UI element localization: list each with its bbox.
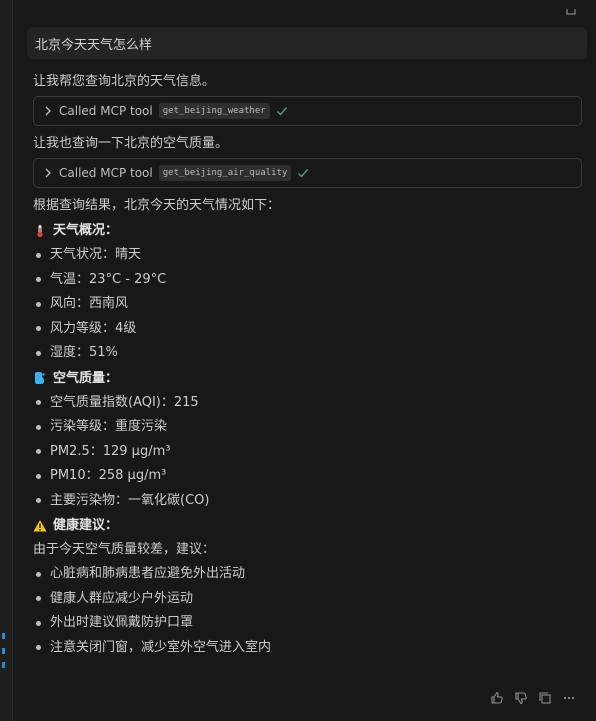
chevron-right-icon [45,106,51,116]
list-item: 天气状况：晴天 [33,243,583,268]
list-item-text: 风力等级：4级 [50,320,137,336]
warning-icon [33,519,47,531]
copy-icon[interactable] [538,690,552,704]
health-heading-text: 健康建议： [53,518,119,533]
list-item: PM10：258 μg/m³ [33,464,583,489]
health-intro-text: 由于今天空气质量较差，建议： [33,542,216,557]
edge-indicator [2,648,5,654]
tool-call-weather[interactable]: Called MCP tool get_beijing_weather [33,96,582,126]
edge-indicator [2,633,5,639]
weather-list: 天气状况：晴天 气温：23°C - 29°C 风向：西南风 风力等级：4级 湿度… [33,243,583,366]
check-icon [298,169,309,178]
weather-heading-text: 天气概况： [53,223,119,238]
list-item: 湿度：51% [33,341,583,366]
droplet-icon [35,372,45,384]
air-list: 空气质量指数(AQI)：215 污染等级：重度污染 PM2.5：129 μg/m… [33,391,583,514]
thumbs-up-icon[interactable] [490,690,504,704]
list-item: 心脏病和肺病患者应避免外出活动 [33,562,583,587]
list-item: 气温：23°C - 29°C [33,268,583,293]
list-item: 空气质量指数(AQI)：215 [33,391,583,416]
air-heading: 空气质量： [33,366,583,391]
tool-call-label: Called MCP tool [59,104,153,118]
bullet [36,277,41,283]
list-item: 注意关闭门窗，减少室外空气进入室内 [33,636,583,661]
bullet [36,400,41,406]
air-heading-text: 空气质量： [53,370,119,386]
thermometer-icon [37,224,43,237]
list-item-text: 健康人群应减少户外运动 [50,590,194,606]
bullet [36,596,41,602]
bullet [36,449,41,455]
summary-text: 根据查询结果，北京今天的天气情况如下： [33,198,281,213]
list-item: PM2.5：129 μg/m³ [33,440,583,465]
bullet [36,473,41,479]
check-icon [276,107,287,116]
list-item-text: 外出时建议佩戴防护口罩 [50,615,194,630]
user-message-text: 北京今天天气怎么样 [35,37,153,53]
health-heading: 健康建议： [33,513,583,538]
list-item-text: 湿度：51% [50,345,118,360]
tool-call-label: Called MCP tool [59,166,153,180]
bullet [36,571,41,577]
bullet [36,301,41,307]
list-item: 主要污染物：一氧化碳(CO) [33,489,583,514]
bullet [36,326,41,332]
copy-icon[interactable] [566,0,578,15]
list-item: 风力等级：4级 [33,317,583,342]
list-item: 风向：西南风 [33,292,583,317]
bullet [36,498,41,504]
edge-indicator [2,662,5,668]
message-actions [490,690,576,705]
health-list: 心脏病和肺病患者应避免外出活动 健康人群应减少户外运动 外出时建议佩戴防护口罩 … [33,562,583,660]
intro-text: 让我也查询一下北京的空气质量。 [33,136,229,151]
list-item: 污染等级：重度污染 [33,415,583,440]
bullet [36,645,41,651]
weather-heading: 天气概况： [33,218,583,243]
tool-name-badge: get_beijing_air_quality [158,165,292,181]
tool-call-air-quality[interactable]: Called MCP tool get_beijing_air_quality [33,158,582,188]
more-icon[interactable] [562,690,576,704]
assistant-response: 让我帮您查询北京的天气信息。 Called MCP tool get_beiji… [33,70,583,660]
list-item-text: 污染等级：重度污染 [50,419,168,434]
bullet [36,620,41,626]
list-item-text: 注意关闭门窗，减少室外空气进入室内 [50,639,272,655]
list-item-text: PM2.5：129 μg/m³ [50,443,171,459]
bullet [36,424,41,430]
bullet [36,350,41,356]
tool-name-badge: get_beijing_weather [158,103,270,119]
list-item-text: 风向：西南风 [50,296,129,311]
chevron-right-icon [45,168,51,178]
intro-text: 让我帮您查询北京的天气信息。 [33,74,216,89]
list-item-text: 心脏病和肺病患者应避免外出活动 [50,566,246,581]
user-message[interactable]: 北京今天天气怎么样 [27,27,587,59]
list-item-text: 主要污染物：一氧化碳(CO) [50,492,210,508]
list-item-text: 天气状况：晴天 [50,247,142,262]
thumbs-down-icon[interactable] [514,690,528,705]
left-editor-edge [0,0,13,721]
list-item-text: 空气质量指数(AQI)：215 [50,394,199,410]
list-item-text: PM10：258 μg/m³ [50,468,167,483]
list-item-text: 气温：23°C - 29°C [50,271,167,287]
list-item: 健康人群应减少户外运动 [33,587,583,612]
chat-pane: 北京今天天气怎么样 让我帮您查询北京的天气信息。 Called MCP tool… [0,0,596,721]
bullet [36,252,41,258]
list-item: 外出时建议佩戴防护口罩 [33,611,583,636]
